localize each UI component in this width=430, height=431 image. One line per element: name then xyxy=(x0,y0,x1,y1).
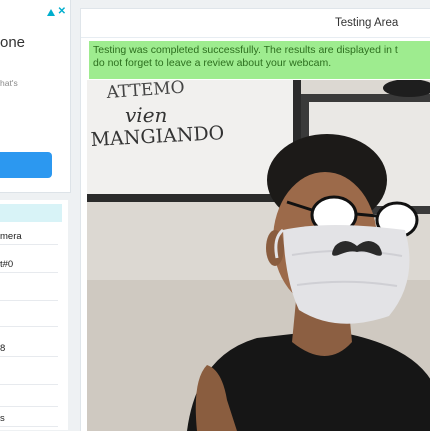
info-row xyxy=(0,370,58,385)
face-mask xyxy=(283,225,410,324)
alert-line-2: do not forget to leave a review about yo… xyxy=(93,57,332,69)
webcam-info-panel: mera t#0 8 s xyxy=(0,200,68,430)
ad-text: hat's xyxy=(0,78,18,88)
close-ad-icon[interactable]: ✕ xyxy=(58,7,66,17)
info-row: t#0 xyxy=(0,258,58,273)
info-row: s xyxy=(0,412,58,427)
ad-button[interactable] xyxy=(0,152,52,178)
info-row xyxy=(0,286,58,301)
ad-title: one xyxy=(0,34,26,51)
alert-line-1: Testing was completed successfully. The … xyxy=(93,44,398,56)
webcam-image: ATTEMO vien MANGIANDO xyxy=(87,80,430,431)
ad-choices[interactable]: ✕ xyxy=(46,7,66,17)
info-row xyxy=(0,312,58,327)
poster-text-2: vien xyxy=(125,103,167,127)
ad-choices-icon[interactable] xyxy=(46,8,55,16)
info-row: mera xyxy=(0,230,58,245)
testing-area-card: Testing Area Testing was completed succe… xyxy=(80,8,430,431)
card-header: Testing Area xyxy=(81,9,430,38)
card-title: Testing Area xyxy=(335,17,399,29)
info-panel-header xyxy=(0,204,62,222)
success-alert: Testing was completed successfully. The … xyxy=(89,41,430,79)
ad-card: ✕ one hat's xyxy=(0,0,71,193)
info-row: 8 xyxy=(0,342,58,357)
webcam-preview: ATTEMO vien MANGIANDO xyxy=(87,80,430,431)
info-row xyxy=(0,392,58,407)
